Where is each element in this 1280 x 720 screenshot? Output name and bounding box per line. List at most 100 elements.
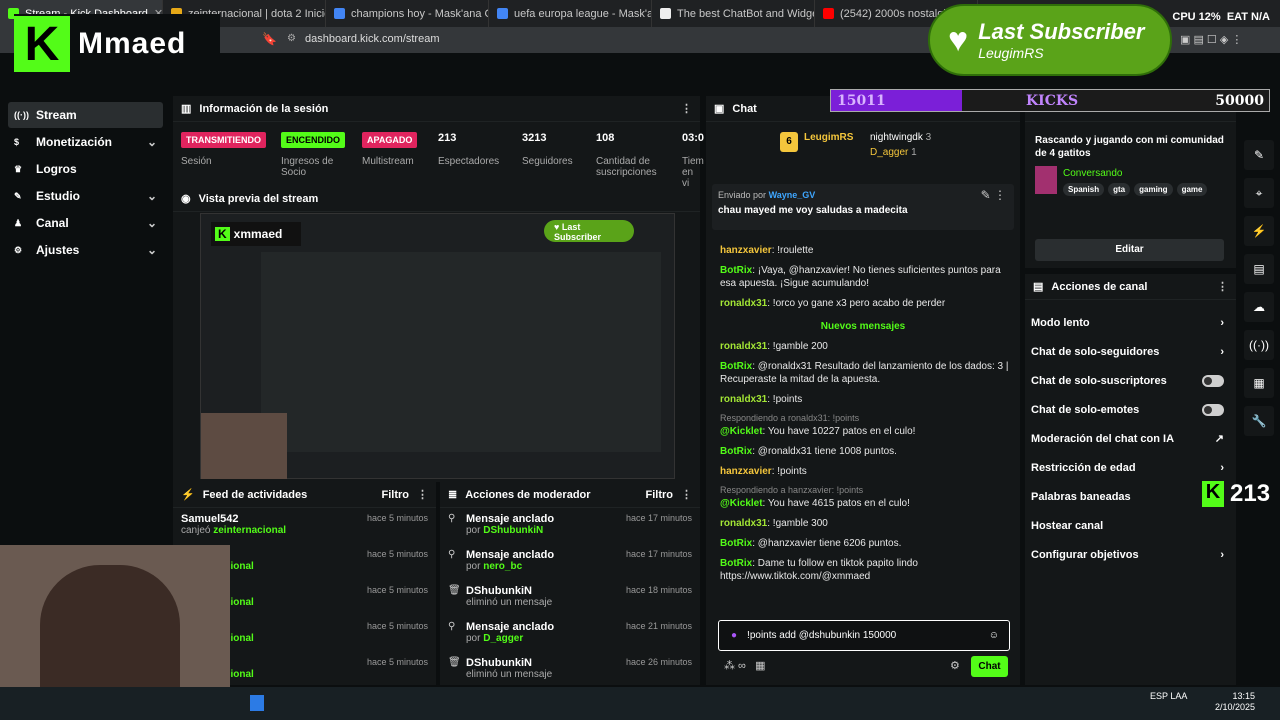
chat-message[interactable]: hanzxavier: !points: [720, 465, 1012, 478]
chat-message[interactable]: @Kicklet: You have 4615 patos en el culo…: [720, 497, 1012, 510]
sidebar-item-logros[interactable]: ♛ Logros: [8, 156, 163, 182]
chat-text: : !orco yo gane x3 pero acabo de perder: [767, 298, 946, 309]
chat-username[interactable]: ronaldx31: [720, 394, 767, 405]
more-icon[interactable]: ⋮: [681, 488, 692, 501]
chat-username[interactable]: ronaldx31: [720, 518, 767, 529]
category-thumbnail: [1035, 166, 1057, 194]
tag-chip[interactable]: game: [1176, 183, 1208, 196]
chat-message[interactable]: hanzxavier: !roulette: [720, 244, 1012, 257]
list-item: ⚲ Mensaje anclado por nero_bc hace 17 minut…: [440, 544, 700, 580]
chat-message[interactable]: BotRix: @hanzxavier tiene 6206 puntos.: [720, 537, 1012, 550]
chat-message[interactable]: ronaldx31: !points: [720, 393, 1012, 406]
tag-chip[interactable]: gta: [1108, 183, 1131, 196]
channel-action-item[interactable]: Moderación del chat con IA ↗: [1025, 424, 1236, 453]
toggle-switch[interactable]: [1202, 403, 1224, 416]
sidebar-item-monetización[interactable]: $ Monetización ⌄: [8, 129, 163, 155]
toolbar-icon[interactable]: ⌖: [1244, 178, 1274, 208]
chat-message[interactable]: BotRix: @ronaldx31 Resultado del lanzami…: [720, 360, 1012, 386]
eye-icon: ◉: [181, 193, 191, 205]
browser-tab[interactable]: uefa europa league - Mask'ana Goo✕: [489, 0, 652, 27]
channel-action-item[interactable]: Restricción de edad ›: [1025, 453, 1236, 482]
chat-username[interactable]: BotRix: [720, 446, 752, 457]
toolbar-icon[interactable]: 🔧: [1244, 406, 1274, 436]
more-icon[interactable]: ⋮: [417, 488, 428, 501]
sidebar-item-canal[interactable]: ♟ Canal ⌄: [8, 210, 163, 236]
feed-filter-button[interactable]: Filtro: [382, 489, 410, 501]
tray-clock[interactable]: 13:15 2/10/2025: [1215, 691, 1255, 713]
chat-username[interactable]: @Kicklet: [720, 426, 763, 437]
chat-message[interactable]: BotRix: ¡Vaya, @hanzxavier! No tienes su…: [720, 264, 1012, 290]
channel-action-item[interactable]: Chat de solo-emotes: [1025, 395, 1236, 424]
chat-message[interactable]: @Kicklet: You have 10227 patos en el cul…: [720, 425, 1012, 438]
chat-username[interactable]: ronaldx31: [720, 341, 767, 352]
channel-action-item[interactable]: Configurar objetivos ›: [1025, 540, 1236, 569]
sidebar-item-ajustes[interactable]: ⚙ Ajustes ⌄: [8, 237, 163, 263]
chat-username[interactable]: hanzxavier: [720, 245, 772, 256]
trash-icon: 🗑: [448, 585, 461, 596]
channel-action-item[interactable]: Modo lento ›: [1025, 308, 1236, 337]
sidebar-item-stream[interactable]: ((·)) Stream: [8, 102, 163, 128]
chat-panel: ▣ Chat 6 LeugimRS nightwingdk 3 D_agger 1…: [706, 96, 1020, 685]
chat-input[interactable]: ● !points add @dshubunkin 150000 ☺: [718, 620, 1010, 651]
action-label: Configurar objetivos: [1031, 548, 1139, 561]
tray-lang[interactable]: ESP LAA: [1150, 691, 1187, 702]
toolbar-icon[interactable]: ☁: [1244, 292, 1274, 322]
toolbar-icon[interactable]: ▤: [1244, 254, 1274, 284]
list-item: 🗑 DShubunkiN eliminó un mensaje hace 26 min…: [440, 652, 700, 688]
url-field[interactable]: dashboard.kick.com/stream: [305, 33, 440, 45]
lightning-icon: ⚡: [181, 489, 195, 501]
toolbar-icon[interactable]: ⚡: [1244, 216, 1274, 246]
chat-username[interactable]: BotRix: [720, 265, 752, 276]
mod-filter-button[interactable]: Filtro: [646, 489, 674, 501]
edit-button[interactable]: Editar: [1035, 239, 1224, 261]
pinned-message[interactable]: Enviado por Wayne_GV chau mayed me voy s…: [712, 184, 1014, 230]
chat-message[interactable]: ronaldx31: !orco yo gane x3 pero acabo d…: [720, 297, 1012, 310]
more-icon[interactable]: ⋮: [1217, 280, 1228, 293]
toggle-switch[interactable]: [1202, 374, 1224, 387]
tab-label: The best ChatBot and Widgets for Ki: [677, 7, 814, 20]
pin-icon[interactable]: ✎ ⋮: [981, 188, 1006, 202]
channel-action-item[interactable]: Hostear canal: [1025, 511, 1236, 540]
trophy-icon: ♛: [14, 163, 23, 174]
more-icon[interactable]: ⋮: [681, 102, 692, 115]
tag-chip[interactable]: Spanish: [1063, 183, 1105, 196]
notepad-icon[interactable]: [250, 695, 264, 711]
mod-action: Mensaje anclado: [466, 513, 555, 525]
toolbar-icon[interactable]: ▦: [1244, 368, 1274, 398]
channel-action-item[interactable]: Chat de solo-seguidores ›: [1025, 337, 1236, 366]
chat-message[interactable]: ronaldx31: !gamble 200: [720, 340, 1012, 353]
toolbar-icon[interactable]: ✎: [1244, 140, 1274, 170]
chat-settings-icon[interactable]: ⚙: [950, 659, 960, 672]
browser-tab[interactable]: The best ChatBot and Widgets for Ki✕: [652, 0, 815, 27]
chat-tools-icons[interactable]: ⁂ ∞ ▦: [724, 659, 765, 672]
pen-icon: ✎: [14, 190, 22, 201]
chat-message[interactable]: ronaldx31: !gamble 300: [720, 517, 1012, 530]
send-chat-button[interactable]: Chat: [971, 656, 1008, 677]
chevron-down-icon: ⌄: [146, 216, 157, 230]
metric-label: Cantidad de suscripciones: [596, 156, 657, 178]
chat-message[interactable]: BotRix: Dame tu follow en tiktok papito …: [720, 557, 1012, 583]
extensions-icons[interactable]: ▣ ▤ ☐ ◈ ⋮: [1180, 33, 1242, 46]
sidebar-item-estudio[interactable]: ✎ Estudio ⌄: [8, 183, 163, 209]
timestamp: hace 17 minutos: [625, 513, 692, 523]
chat-username[interactable]: BotRix: [720, 361, 752, 372]
chevron-right-icon: ›: [1220, 548, 1224, 561]
chat-username[interactable]: BotRix: [720, 558, 752, 569]
browser-tab[interactable]: champions hoy - Mask'ana Google✕: [326, 0, 489, 27]
tag-chip[interactable]: gaming: [1134, 183, 1173, 196]
metric-value: 3213: [522, 132, 547, 144]
mod-sub: por DShubunkiN: [466, 525, 544, 536]
chat-username[interactable]: hanzxavier: [720, 466, 772, 477]
sidebar-item-label: Ajustes: [36, 243, 80, 257]
chat-username[interactable]: @Kicklet: [720, 498, 763, 509]
category-name[interactable]: Conversando: [1063, 168, 1122, 179]
bookmark-icon[interactable]: 🔖: [262, 32, 277, 46]
chat-username[interactable]: ronaldx31: [720, 298, 767, 309]
toolbar-icon[interactable]: ((·)): [1244, 330, 1274, 360]
emoji-icon[interactable]: ☺: [989, 630, 999, 641]
chat-username[interactable]: BotRix: [720, 538, 752, 549]
channel-action-item[interactable]: Chat de solo-suscriptores: [1025, 366, 1236, 395]
tab-label: champions hoy - Mask'ana Google: [351, 7, 488, 20]
site-info-icon[interactable]: ⚙: [287, 33, 296, 44]
chat-message[interactable]: BotRix: @ronaldx31 tiene 1008 puntos.: [720, 445, 1012, 458]
